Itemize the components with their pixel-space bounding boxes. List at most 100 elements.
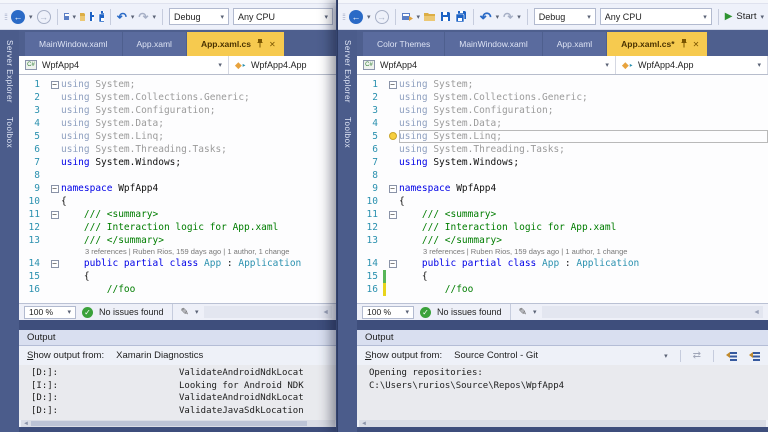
code-line[interactable]: 14 − public partial class App : Applicati… <box>357 257 768 270</box>
code-line[interactable]: 14 − public partial class App : Applicati… <box>19 257 337 270</box>
scroll-left-icon[interactable]: ◄ <box>359 421 369 427</box>
horizontal-scrollbar[interactable]: ◄ <box>542 306 763 318</box>
undo-dropdown-icon[interactable]: ▾ <box>496 13 500 21</box>
open-folder-icon[interactable] <box>424 12 436 22</box>
save-icon[interactable] <box>89 11 95 22</box>
code-cleanup-icon[interactable]: ✎ <box>519 307 527 318</box>
start-debug-button[interactable]: ▶ Start ▾ <box>725 11 764 22</box>
code-cleanup-dropdown-icon[interactable]: ▾ <box>533 308 537 316</box>
code-line[interactable]: 6 using System.Threading.Tasks; <box>357 143 768 156</box>
code-line[interactable]: 2 using System.Collections.Generic; <box>357 91 768 104</box>
navigate-back-icon[interactable]: ← <box>349 9 364 24</box>
type-dropdown[interactable]: ◆‣ WpfApp4.App <box>229 56 337 74</box>
scrollbar-thumb[interactable] <box>31 421 308 426</box>
code-line[interactable]: 3 using System.Configuration; <box>357 104 768 117</box>
code-line[interactable]: 1 − using System; <box>357 78 768 91</box>
output-horizontal-scrollbar[interactable]: ◄ <box>21 420 335 427</box>
fold-collapse-icon[interactable]: − <box>50 211 59 219</box>
save-all-icon[interactable] <box>455 10 467 23</box>
code-line[interactable]: 13 /// </summary> <box>357 234 768 247</box>
redo-dropdown-icon[interactable]: ▾ <box>152 13 156 21</box>
fold-collapse-icon[interactable]: − <box>388 260 397 268</box>
document-tab[interactable]: MainWindow.xaml <box>25 32 122 56</box>
side-tab-toolbox[interactable]: Toolbox <box>5 117 14 148</box>
project-dropdown[interactable]: C# WpfApp4 ▾ <box>357 56 616 74</box>
code-cleanup-icon[interactable]: ✎ <box>181 307 189 318</box>
pin-icon[interactable] <box>256 38 264 50</box>
side-tab-server-explorer[interactable]: Server Explorer <box>5 40 14 103</box>
platform-dropdown[interactable]: Any CPU ▾ <box>232 8 333 25</box>
new-project-dropdown-icon[interactable]: ▾ <box>73 13 77 21</box>
code-line[interactable]: 3 using System.Configuration; <box>19 104 337 117</box>
fold-collapse-icon[interactable]: − <box>50 185 59 193</box>
code-line[interactable]: 9 − namespace WpfApp4 <box>19 182 337 195</box>
navigate-back-icon[interactable]: ← <box>11 9 26 24</box>
message-filter-icon[interactable]: ⇄ <box>693 350 701 361</box>
navigate-back-dropdown-icon[interactable]: ▾ <box>367 13 371 21</box>
new-project-icon[interactable] <box>401 11 413 22</box>
type-dropdown[interactable]: ◆‣ WpfApp4.App ▾ <box>616 56 768 74</box>
lightbulb-icon[interactable] <box>388 132 397 140</box>
output-console[interactable]: [D:]: ValidateAndroidNdkLocat [I:]: Looking… <box>19 365 337 420</box>
navigate-forward-icon[interactable]: → <box>36 9 51 24</box>
horizontal-scrollbar[interactable]: ◄ <box>204 306 332 318</box>
output-source-dropdown[interactable]: Source Control - Git <box>454 350 538 361</box>
fold-collapse-icon[interactable]: − <box>388 81 397 89</box>
navigate-back-dropdown-icon[interactable]: ▾ <box>29 13 33 21</box>
code-line[interactable]: 4 using System.Data; <box>19 117 337 130</box>
code-line[interactable]: 7 using System.Windows; <box>19 156 337 169</box>
close-icon[interactable]: ✕ <box>693 40 700 49</box>
document-tab[interactable]: App.xaml.cs* ✕ <box>607 32 708 56</box>
code-line[interactable]: 15 { <box>357 270 768 283</box>
code-line[interactable]: 11 − /// <summary> <box>357 208 768 221</box>
platform-dropdown[interactable]: Any CPU ▾ <box>599 8 712 25</box>
code-line[interactable]: 11 − /// <summary> <box>19 208 337 221</box>
new-project-icon[interactable] <box>63 11 69 22</box>
code-line[interactable]: 1 − using System; <box>19 78 337 91</box>
code-line[interactable]: 16 //foo <box>19 283 337 296</box>
fold-collapse-icon[interactable]: − <box>50 81 59 89</box>
new-project-dropdown-icon[interactable]: ▾ <box>417 13 421 21</box>
redo-icon[interactable]: ↷ <box>138 11 148 23</box>
zoom-dropdown[interactable]: 100 % ▾ <box>24 305 76 319</box>
close-icon[interactable]: ✕ <box>269 40 276 49</box>
save-icon[interactable] <box>440 11 451 22</box>
code-line[interactable]: 7 using System.Windows; <box>357 156 768 169</box>
toolbar-grip[interactable]: ⁞⁞ <box>4 12 8 22</box>
code-cleanup-dropdown-icon[interactable]: ▾ <box>195 308 199 316</box>
undo-dropdown-icon[interactable]: ▾ <box>131 13 135 21</box>
code-line[interactable]: 5 using System.Linq; <box>19 130 337 143</box>
configuration-dropdown[interactable]: Debug ▾ <box>168 8 229 25</box>
fold-collapse-icon[interactable]: − <box>50 260 59 268</box>
navigate-forward-icon[interactable]: → <box>374 9 389 24</box>
pin-icon[interactable] <box>680 38 688 50</box>
code-line[interactable]: 2 using System.Collections.Generic; <box>19 91 337 104</box>
pane-splitter[interactable] <box>357 320 768 330</box>
code-line[interactable]: 12 /// Interaction logic for App.xaml <box>19 221 337 234</box>
code-editor[interactable]: 1− using System; 2 using System.Collections… <box>357 75 768 303</box>
document-tab[interactable]: App.xaml <box>542 32 607 56</box>
redo-icon[interactable]: ↷ <box>503 11 513 23</box>
output-console[interactable]: Opening repositories: C:\Users\rurios\Sou… <box>357 365 768 420</box>
document-tab[interactable]: App.xaml.cs ✕ <box>186 32 284 56</box>
redo-dropdown-icon[interactable]: ▾ <box>517 13 521 21</box>
fold-collapse-icon[interactable]: − <box>388 185 397 193</box>
project-dropdown[interactable]: C# WpfApp4 ▾ <box>19 56 229 74</box>
code-line[interactable]: 10 { <box>357 195 768 208</box>
toolbar-grip[interactable]: ⁞⁞ <box>342 12 346 22</box>
code-line[interactable]: 9 − namespace WpfApp4 <box>357 182 768 195</box>
code-line[interactable]: 12 /// Interaction logic for App.xaml <box>357 221 768 234</box>
side-tab-toolbox[interactable]: Toolbox <box>343 117 352 148</box>
side-tab-server-explorer[interactable]: Server Explorer <box>343 40 352 103</box>
document-tab[interactable]: MainWindow.xaml <box>445 32 542 56</box>
code-line[interactable]: 5 using System.Linq; <box>357 130 768 143</box>
code-line[interactable]: 8 <box>19 169 337 182</box>
open-folder-icon[interactable] <box>80 12 86 22</box>
code-editor[interactable]: 1− using System; 2 using System.Collections… <box>19 75 337 303</box>
output-horizontal-scrollbar[interactable]: ◄ <box>359 420 766 427</box>
save-all-icon[interactable] <box>98 10 104 23</box>
codelens-info[interactable]: 3 references | Ruben Rios, 159 days ago … <box>357 247 768 257</box>
code-line[interactable]: 4 using System.Data; <box>357 117 768 130</box>
code-line[interactable]: 6 using System.Threading.Tasks; <box>19 143 337 156</box>
goto-next-message-icon[interactable] <box>749 351 760 361</box>
